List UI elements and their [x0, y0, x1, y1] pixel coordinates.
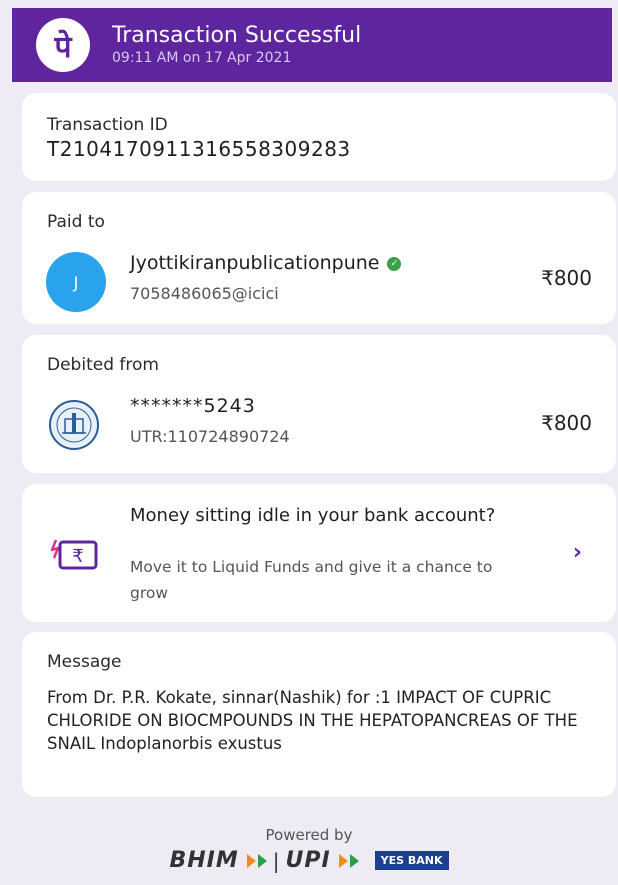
debited-from-label: Debited from: [47, 355, 159, 375]
payee-upi-id: 7058486065@icici: [130, 284, 279, 303]
paid-to-card[interactable]: Paid to J Jyottikiranpublicationpune ✓ 70…: [22, 192, 616, 324]
chevron-right-icon[interactable]: ›: [573, 540, 582, 565]
message-card: Message From Dr. P.R. Kokate, sinnar(Nas…: [22, 632, 616, 797]
yes-bank-logo: YES BANK: [374, 851, 449, 870]
paid-amount: ₹800: [541, 266, 592, 290]
utr-number: UTR:110724890724: [130, 427, 290, 446]
avatar: J: [46, 252, 106, 312]
logo-separator: |: [272, 848, 280, 873]
partner-logos: BHIM | UPI YES BANK: [0, 848, 618, 873]
transaction-id-card[interactable]: Transaction ID T2104170911316558309283: [22, 93, 616, 181]
phonepe-logo-icon: पे: [36, 18, 90, 72]
promo-title: Money sitting idle in your bank account?: [130, 505, 496, 526]
debited-amount: ₹800: [541, 411, 592, 435]
transaction-id-value: T2104170911316558309283: [47, 137, 351, 161]
transaction-id-label: Transaction ID: [47, 115, 168, 135]
paid-to-label: Paid to: [47, 212, 105, 232]
transaction-datetime: 09:11 AM on 17 Apr 2021: [112, 50, 292, 66]
debited-from-card[interactable]: Debited from *******5243 UTR:11072489072…: [22, 335, 616, 473]
header-text: Transaction Successful 09:11 AM on 17 Ap…: [112, 23, 361, 67]
bank-logo-icon: [49, 400, 99, 450]
bhim-logo: BHIM: [169, 848, 239, 873]
message-text: From Dr. P.R. Kokate, sinnar(Nashik) for…: [47, 688, 578, 753]
promo-body: Move it to Liquid Funds and give it a ch…: [130, 558, 493, 602]
rupee-glyph: ₹: [72, 546, 83, 567]
account-number: *******5243: [130, 395, 256, 417]
page-title: Transaction Successful: [112, 23, 362, 48]
upi-logo: UPI: [285, 848, 331, 873]
upi-arrow-green-icon: [349, 853, 359, 868]
payee-name-text: Jyottikiranpublicationpune: [130, 252, 380, 274]
app-header: पे Transaction Successful 09:11 AM on 17…: [12, 8, 612, 82]
payee-name: Jyottikiranpublicationpune ✓: [130, 252, 402, 274]
powered-by-text: Powered by: [265, 826, 353, 844]
verified-icon: ✓: [387, 256, 402, 271]
money-card-icon: ₹: [50, 539, 98, 570]
bhim-arrow-icon: [246, 853, 256, 868]
upi-arrow-icon: [338, 853, 348, 868]
message-label: Message: [47, 652, 122, 672]
bhim-arrow-green-icon: [257, 853, 267, 868]
liquid-funds-promo-card[interactable]: ₹ Money sitting idle in your bank accoun…: [22, 484, 616, 622]
